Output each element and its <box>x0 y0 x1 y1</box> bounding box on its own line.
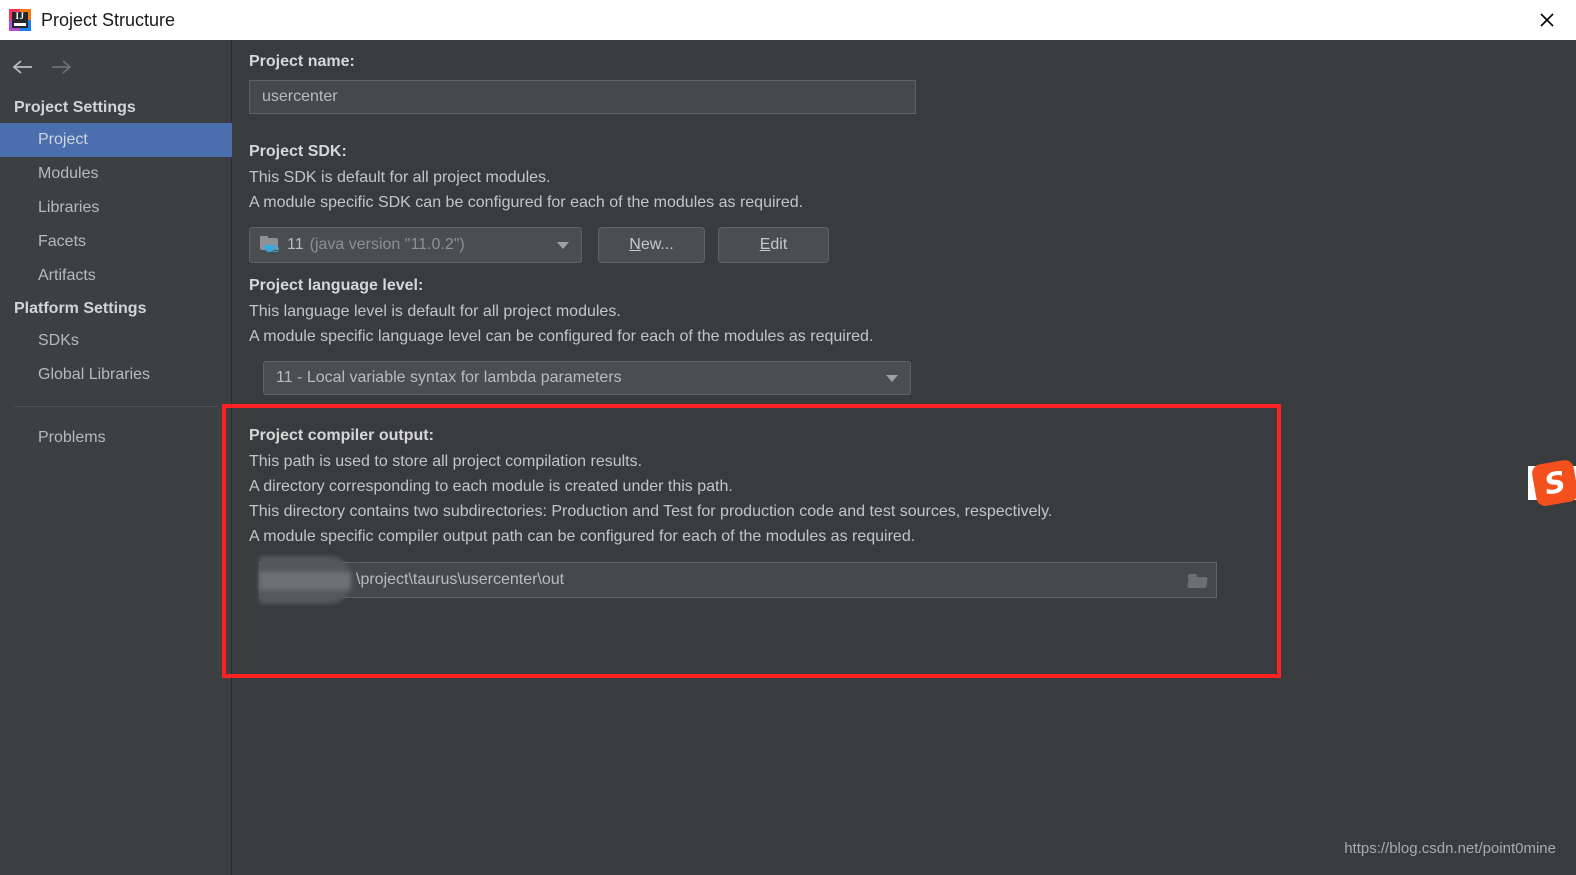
window-titlebar: IJ Project Structure <box>0 0 1576 40</box>
sidebar-item-artifacts[interactable]: Artifacts <box>0 259 232 293</box>
sidebar-divider <box>14 406 218 407</box>
sogou-logo-icon: S <box>1530 458 1576 508</box>
sidebar-item-sdks[interactable]: SDKs <box>0 324 232 358</box>
window-title: Project Structure <box>41 9 176 30</box>
arrow-left-icon <box>12 60 32 74</box>
project-sdk-desc-2: A module specific SDK can be configured … <box>249 194 804 211</box>
new-sdk-button-label: ew... <box>640 236 674 253</box>
folder-browse-icon <box>1186 574 1208 588</box>
main-panel: Project name: usercenter Project SDK: Th… <box>233 40 1576 875</box>
sidebar-item-facets[interactable]: Facets <box>0 225 232 259</box>
chevron-down-icon <box>886 374 898 382</box>
compiler-output-path-input[interactable]: \project\taurus\usercenter\out <box>259 562 1217 598</box>
browse-folder-button[interactable] <box>1179 564 1215 598</box>
sidebar-item-problems[interactable]: Problems <box>0 421 232 455</box>
app-icon-letters: IJ <box>15 11 25 21</box>
intellij-idea-icon: IJ <box>9 9 31 31</box>
chevron-down-icon <box>557 241 569 249</box>
close-button[interactable] <box>1518 0 1576 40</box>
language-level-value: 11 - Local variable syntax for lambda pa… <box>276 369 622 386</box>
project-sdk-label: Project SDK: <box>249 143 347 160</box>
redacted-path-prefix <box>259 556 351 604</box>
jdk-folder-icon <box>260 235 280 254</box>
compiler-output-desc-4: A module specific compiler output path c… <box>249 528 916 545</box>
sidebar-group-project-settings: Project Settings <box>14 99 136 116</box>
sidebar-item-libraries[interactable]: Libraries <box>0 191 232 225</box>
watermark-text: https://blog.csdn.net/point0mine <box>1344 840 1556 857</box>
new-sdk-button[interactable]: New... <box>598 227 705 263</box>
language-level-combobox[interactable]: 11 - Local variable syntax for lambda pa… <box>263 361 911 395</box>
project-sdk-desc-1: This SDK is default for all project modu… <box>249 169 551 186</box>
language-level-desc-1: This language level is default for all p… <box>249 303 621 320</box>
language-level-desc-2: A module specific language level can be … <box>249 328 874 345</box>
project-structure-dialog: IJ Project Structure Project Settings Pr… <box>0 0 1576 875</box>
project-name-input[interactable]: usercenter <box>249 80 916 114</box>
sidebar-item-project[interactable]: Project <box>0 123 232 157</box>
compiler-output-desc-1: This path is used to store all project c… <box>249 453 643 470</box>
project-sdk-version-detail: (java version "11.0.2") <box>309 236 465 253</box>
language-level-label: Project language level: <box>249 277 424 294</box>
sidebar: Project Settings Project Modules Librari… <box>0 40 232 875</box>
project-sdk-combobox[interactable]: 11 (java version "11.0.2") <box>249 227 582 263</box>
new-sdk-button-mnemonic: N <box>629 236 641 253</box>
sidebar-item-modules[interactable]: Modules <box>0 157 232 191</box>
sidebar-group-platform-settings: Platform Settings <box>14 300 147 317</box>
sidebar-item-global-libraries[interactable]: Global Libraries <box>0 358 232 392</box>
project-name-label: Project name: <box>249 53 355 70</box>
back-button[interactable] <box>8 54 38 80</box>
compiler-output-desc-3: This directory contains two subdirectori… <box>249 503 1053 520</box>
sidebar-nav-list: Project Settings Project Modules Librari… <box>0 92 232 455</box>
edit-sdk-button-mnemonic: E <box>759 236 771 253</box>
navigation-buttons <box>0 48 232 86</box>
arrow-right-icon <box>52 60 72 74</box>
compiler-output-label: Project compiler output: <box>249 427 434 444</box>
edit-sdk-button[interactable]: Edit <box>718 227 829 263</box>
forward-button[interactable] <box>46 54 76 80</box>
compiler-output-desc-2: A directory corresponding to each module… <box>249 478 733 495</box>
edit-sdk-button-label: dit <box>770 236 788 253</box>
close-icon <box>1540 13 1554 27</box>
project-sdk-value: 11 <box>287 236 304 253</box>
